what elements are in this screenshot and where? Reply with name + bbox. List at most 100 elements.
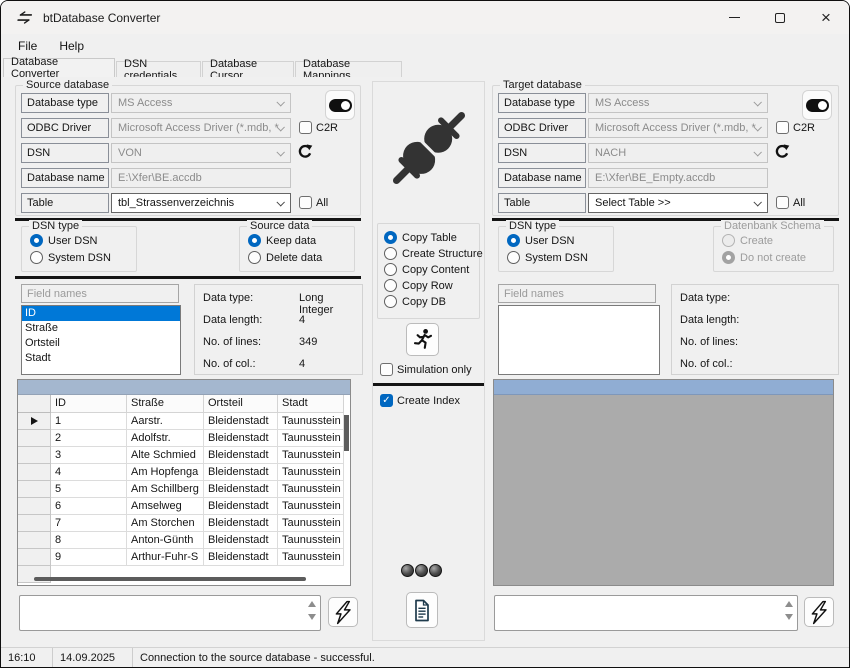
source-log-textbox[interactable] [19,595,321,631]
source-execute-button[interactable] [328,597,358,627]
table-row[interactable]: 3 Alte Schmied Bleidenstadt Taunusstein [18,447,350,464]
target-c2r-checkbox[interactable]: C2R [776,121,815,134]
grid-cell[interactable]: 8 [51,532,127,549]
grid-cell[interactable]: Taunusstein [278,464,344,481]
target-log-textbox[interactable] [494,595,798,631]
list-item[interactable]: ID [22,306,180,321]
horizontal-scrollbar-thumb[interactable] [34,577,306,581]
grid-cell[interactable]: Bleidenstadt [204,549,278,566]
source-connection-toggle[interactable] [325,90,355,120]
grid-cell[interactable]: Am Hopfenga [127,464,204,481]
grid-cell[interactable]: Bleidenstadt [204,515,278,532]
grid-column-header[interactable]: ID [51,395,127,413]
grid-cell[interactable]: Am Storchen [127,515,204,532]
table-row[interactable]: 5 Am Schillberg Bleidenstadt Taunusstein [18,481,350,498]
copy-content-radio[interactable]: Copy Content [384,263,469,276]
source-c2r-checkbox[interactable]: C2R [299,121,338,134]
list-item[interactable]: Straße [22,321,180,336]
grid-cell[interactable]: Bleidenstadt [204,430,278,447]
log-report-button[interactable] [406,592,438,628]
create-structure-radio[interactable]: Create Structure [384,247,483,260]
row-selector[interactable] [18,464,51,481]
grid-corner-cell[interactable] [18,395,51,413]
table-row[interactable]: 2 Adolfstr. Bleidenstadt Taunusstein [18,430,350,447]
grid-cell[interactable]: Taunusstein [278,430,344,447]
minimize-button[interactable] [711,1,757,34]
target-odbc-select[interactable]: Microsoft Access Driver (*.mdb, * [588,118,768,138]
row-selector[interactable] [18,430,51,447]
copy-table-radio[interactable]: Copy Table [384,231,457,244]
row-selector[interactable] [18,413,51,430]
grid-cell[interactable]: Taunusstein [278,413,344,430]
source-all-checkbox[interactable]: All [299,196,328,209]
target-db-type-select[interactable]: MS Access [588,93,768,113]
schema-no-create-radio[interactable]: Do not create [722,251,806,264]
target-data-grid[interactable] [493,379,834,586]
target-system-dsn-radio[interactable]: System DSN [507,251,588,264]
scrollbar-arrows[interactable] [308,601,316,620]
grid-cell[interactable]: Taunusstein [278,515,344,532]
grid-cell[interactable]: Bleidenstadt [204,481,278,498]
tab-database-converter[interactable]: Database Converter [3,58,115,77]
menu-help[interactable]: Help [50,36,93,56]
grid-cell[interactable]: 2 [51,430,127,447]
source-dsn-select[interactable]: VON [111,143,291,163]
target-field-names-list[interactable] [498,305,660,375]
tab-dsn-credentials[interactable]: DSN credentials [116,61,201,77]
table-row[interactable]: 4 Am Hopfenga Bleidenstadt Taunusstein [18,464,350,481]
list-item[interactable]: Stadt [22,351,180,366]
copy-row-radio[interactable]: Copy Row [384,279,453,292]
table-row[interactable]: 1 Aarstr. Bleidenstadt Taunusstein [18,413,350,430]
vertical-scrollbar-thumb[interactable] [344,415,349,451]
row-selector[interactable] [18,481,51,498]
grid-cell[interactable]: Bleidenstadt [204,447,278,464]
tab-database-cursor[interactable]: Database Cursor [202,61,294,77]
grid-cell[interactable]: Alte Schmied [127,447,204,464]
scrollbar-arrows[interactable] [785,601,793,620]
grid-cell[interactable]: 9 [51,549,127,566]
row-selector[interactable] [18,498,51,515]
grid-cell[interactable]: Bleidenstadt [204,464,278,481]
source-dbname-field[interactable]: E:\Xfer\BE.accdb [111,168,291,188]
target-dsn-select[interactable]: NACH [588,143,768,163]
grid-cell[interactable]: 5 [51,481,127,498]
title-bar[interactable]: btDatabase Converter × [1,1,849,34]
source-table-select[interactable]: tbl_Strassenverzeichnis [111,193,291,213]
grid-cell[interactable]: Amselweg [127,498,204,515]
target-connection-toggle[interactable] [802,90,832,120]
row-selector[interactable] [18,447,51,464]
grid-cell[interactable]: Aarstr. [127,413,204,430]
grid-cell[interactable]: Bleidenstadt [204,498,278,515]
tab-database-mappings[interactable]: Database Mappings [295,61,402,77]
target-all-checkbox[interactable]: All [776,196,805,209]
target-execute-button[interactable] [804,597,834,627]
target-dbname-field[interactable]: E:\Xfer\BE_Empty.accdb [588,168,768,188]
grid-cell[interactable]: Am Schillberg [127,481,204,498]
grid-cell[interactable]: 6 [51,498,127,515]
run-button[interactable] [406,323,439,356]
grid-cell[interactable]: 7 [51,515,127,532]
target-table-select[interactable]: Select Table >> [588,193,768,213]
grid-cell[interactable]: 4 [51,464,127,481]
table-row[interactable]: 7 Am Storchen Bleidenstadt Taunusstein [18,515,350,532]
delete-data-radio[interactable]: Delete data [248,251,322,264]
create-index-checkbox[interactable]: ✓Create Index [380,394,460,407]
row-selector[interactable] [18,532,51,549]
list-item[interactable]: Ortsteil [22,336,180,351]
source-field-names-list[interactable]: ID Straße Ortsteil Stadt [21,305,181,375]
row-selector[interactable] [18,549,51,566]
table-row[interactable]: 9 Arthur-Fuhr-S Bleidenstadt Taunusstein [18,549,350,566]
close-button[interactable]: × [803,1,849,34]
grid-column-header[interactable]: Ortsteil [204,395,278,413]
source-data-grid[interactable]: ID Straße Ortsteil Stadt 1 Aarstr. Bleid… [17,379,351,586]
menu-file[interactable]: File [9,36,46,56]
grid-column-header[interactable]: Stadt [278,395,344,413]
grid-cell[interactable]: 3 [51,447,127,464]
source-odbc-select[interactable]: Microsoft Access Driver (*.mdb, * [111,118,291,138]
grid-cell[interactable]: 1 [51,413,127,430]
table-row[interactable]: 8 Anton-Günth Bleidenstadt Taunusstein [18,532,350,549]
source-dsn-refresh-button[interactable] [297,144,313,163]
target-user-dsn-radio[interactable]: User DSN [507,234,575,247]
grid-cell[interactable]: Arthur-Fuhr-S [127,549,204,566]
table-row[interactable]: 6 Amselweg Bleidenstadt Taunusstein [18,498,350,515]
